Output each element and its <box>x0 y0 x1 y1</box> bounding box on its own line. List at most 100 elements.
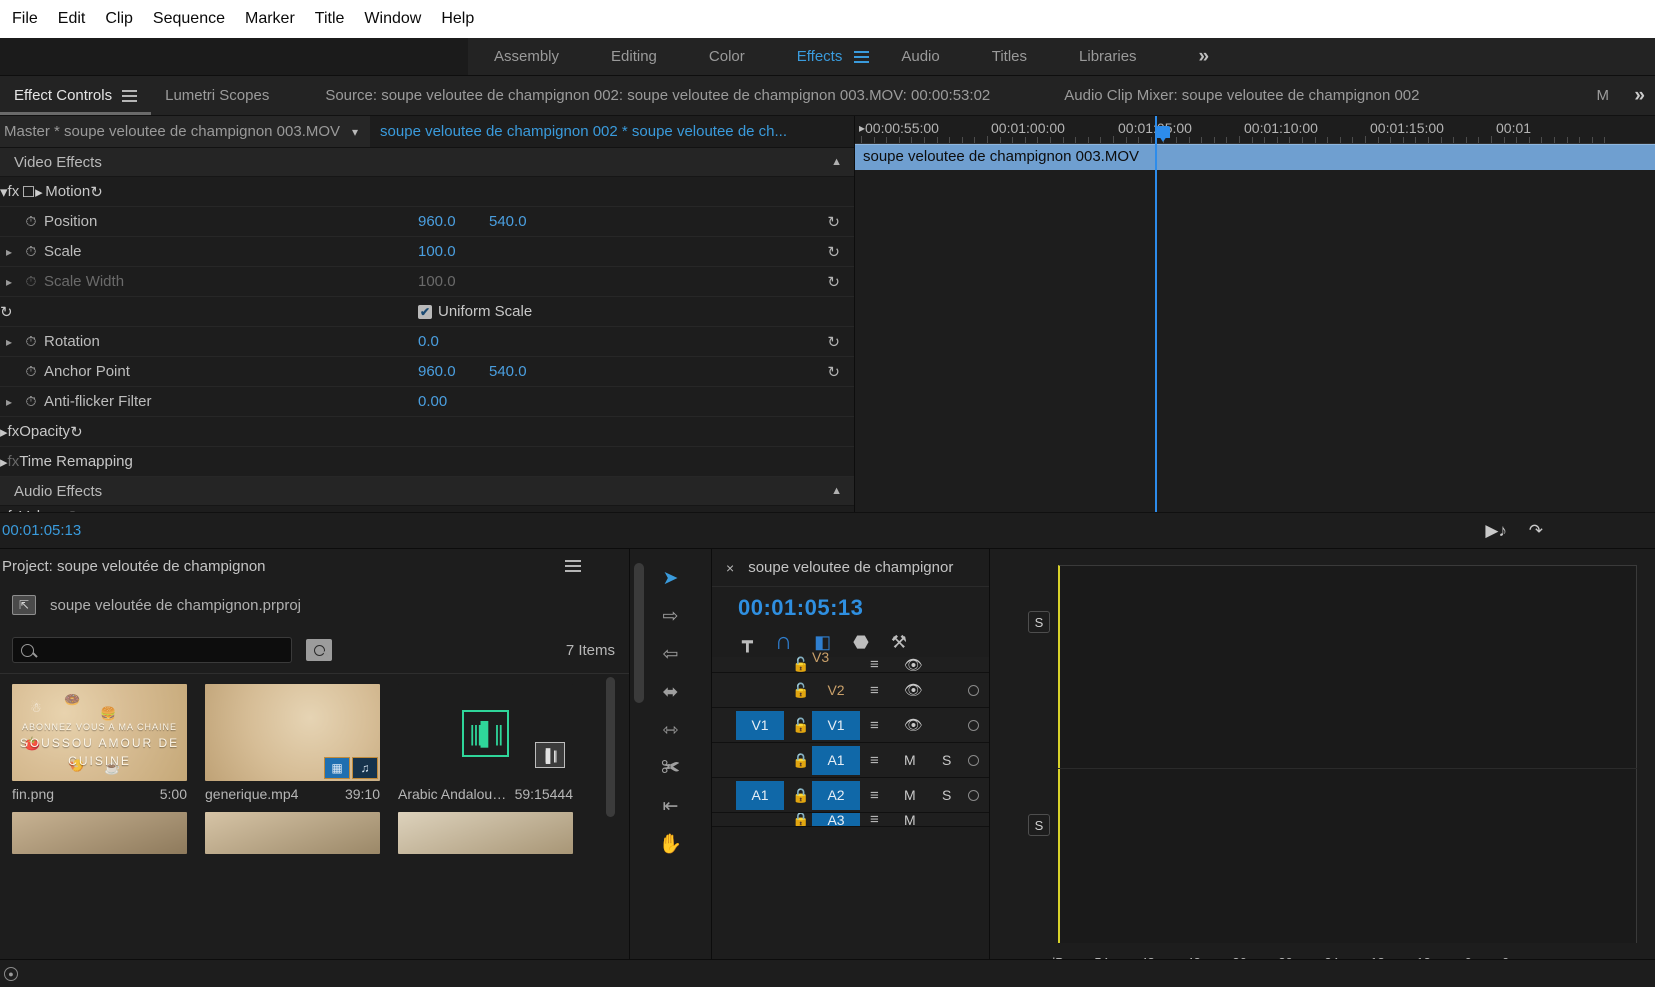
time-remapping-twirl-icon[interactable]: ▸ <box>0 453 8 471</box>
scale-width-twirl-icon[interactable]: ▸ <box>0 275 18 289</box>
track-name[interactable]: A3 <box>812 813 860 826</box>
menu-item-marker[interactable]: Marker <box>235 8 305 30</box>
menu-item-sequence[interactable]: Sequence <box>143 8 235 30</box>
media-thumbnail[interactable] <box>205 812 380 854</box>
project-parent-bin-icon[interactable]: ⇱ <box>12 595 36 615</box>
eye-icon[interactable]: 👁 <box>904 716 923 734</box>
track-name[interactable]: A1 <box>812 745 860 775</box>
menu-item-help[interactable]: Help <box>431 8 484 30</box>
uniform-scale-reset-icon[interactable]: ↻ <box>0 303 13 321</box>
media-thumbnail[interactable] <box>12 812 187 854</box>
transform-box-icon[interactable]: ☐▸ <box>19 183 45 201</box>
project-file-row[interactable]: ⇱ soupe veloutée de champignon.prproj <box>0 583 629 627</box>
tab-truncated-label[interactable]: M <box>1597 87 1610 104</box>
workspace-tab-audio[interactable]: Audio <box>875 38 965 75</box>
media-item-arabic-andalous[interactable]: |||▌|| |▌|| Arabic Andalous ... 59:15444 <box>398 674 591 802</box>
media-thumbnail[interactable]: ▦ ♫ <box>205 684 380 781</box>
scale-reset-icon[interactable]: ↻ <box>827 243 840 261</box>
track-header-v2[interactable]: 🔓 V2 ≡ 👁 <box>712 673 989 708</box>
scale-stopwatch-icon[interactable]: ⏱ <box>18 243 44 260</box>
uniform-scale-control[interactable]: ✔ Uniform Scale <box>418 303 532 320</box>
motion-reset-icon[interactable]: ↻ <box>90 183 103 201</box>
sync-lock-icon[interactable]: ≡ <box>870 682 879 699</box>
track-header-a1[interactable]: 🔒 A1 ≡ M S <box>712 743 989 778</box>
track-name[interactable]: A2 <box>812 780 860 810</box>
timeline-timecode[interactable]: 00:01:05:13 <box>712 587 989 627</box>
source-patch-a1[interactable]: A1 <box>736 780 784 810</box>
media-thumbnail[interactable] <box>398 812 573 854</box>
lock-icon[interactable]: 🔒 <box>792 752 809 769</box>
eye-icon[interactable]: 👁 <box>904 656 923 674</box>
search-input[interactable] <box>12 637 292 663</box>
track-select-forward-tool[interactable]: ⇨ <box>654 603 688 629</box>
opacity-reset-icon[interactable]: ↻ <box>70 423 83 441</box>
media-item-row2-a[interactable] <box>12 802 205 854</box>
slip-tool[interactable]: ⇤ <box>654 793 688 819</box>
track-header-v1[interactable]: V1 🔓 V1 ≡ 👁 <box>712 708 989 743</box>
media-item-row2-c[interactable] <box>398 802 591 854</box>
project-panel-menu-icon[interactable] <box>565 560 581 572</box>
rotation-twirl-icon[interactable]: ▸ <box>0 335 18 349</box>
keyframe-nav-icon[interactable]: ▶♪ <box>1485 521 1507 541</box>
panel-tabs-overflow-icon[interactable]: » <box>1634 85 1645 107</box>
rotation-reset-icon[interactable]: ↻ <box>827 333 840 351</box>
rotation-value[interactable]: 0.0 <box>418 333 439 350</box>
lock-icon[interactable]: 🔓 <box>792 682 809 699</box>
media-thumbnail[interactable]: ☃ 🍩 🍔 🍅 🍤 ☕ ABONNEZ VOUS A MA CHAINE SOU… <box>12 684 187 781</box>
selection-tool[interactable]: ➤ <box>654 565 688 591</box>
mute-button[interactable]: M <box>904 752 916 768</box>
effect-controls-timecode[interactable]: 00:01:05:13 <box>0 522 81 539</box>
property-row-anti-flicker[interactable]: ▸ ⏱ Anti-flicker Filter 0.00 <box>0 387 854 417</box>
solo-button[interactable]: S <box>942 752 951 768</box>
tab-audio-clip-mixer[interactable]: Audio Clip Mixer: soupe veloutee de cham… <box>1004 76 1433 115</box>
effect-controls-keyframe-area[interactable] <box>855 116 1655 534</box>
menu-item-file[interactable]: File <box>2 8 48 30</box>
track-resize-dot[interactable] <box>968 719 979 731</box>
track-header-v3[interactable]: 🔓 V3 ≡ 👁 <box>712 649 989 674</box>
hand-tool[interactable]: ✋ <box>654 831 688 857</box>
opacity-twirl-icon[interactable]: ▸ <box>0 423 8 441</box>
sync-lock-icon[interactable]: ≡ <box>870 787 879 804</box>
razor-tool[interactable]: ✀ <box>654 755 688 781</box>
property-row-rotation[interactable]: ▸ ⏱ Rotation 0.0 ↻ <box>0 327 854 357</box>
position-value-x[interactable]: 960.0 <box>418 213 456 230</box>
anchor-point-value-x[interactable]: 960.0 <box>418 363 456 380</box>
media-thumbnail[interactable]: |||▌|| |▌|| <box>398 684 573 781</box>
workspace-menu-icon[interactable] <box>854 50 870 63</box>
playhead-marker[interactable] <box>1156 126 1170 142</box>
insert-overwrite-icon[interactable]: ┳ <box>742 632 753 653</box>
workspace-tab-titles[interactable]: Titles <box>966 38 1053 75</box>
video-effects-section-header[interactable]: Video Effects ▲ <box>0 148 854 177</box>
track-name[interactable]: V2 <box>812 676 860 705</box>
lock-icon[interactable]: 🔒 <box>792 813 809 826</box>
project-vertical-scrollbar[interactable] <box>606 677 615 817</box>
effect-controls-ruler[interactable]: ▸ 00:00:55:00 00:01:00:00 00:01:05:00 00… <box>855 116 1655 144</box>
workspace-tab-editing[interactable]: Editing <box>585 38 683 75</box>
track-resize-dot[interactable] <box>968 684 979 696</box>
rotation-stopwatch-icon[interactable]: ⏱ <box>18 333 44 350</box>
anchor-point-stopwatch-icon[interactable]: ⏱ <box>18 363 44 380</box>
audio-effects-section-header[interactable]: Audio Effects ▲ <box>0 477 854 506</box>
media-item-row2-b[interactable] <box>205 802 398 854</box>
tools-panel-scrollbar[interactable] <box>634 563 644 703</box>
effect-controls-menu-icon[interactable] <box>122 89 138 102</box>
anti-flicker-twirl-icon[interactable]: ▸ <box>0 395 18 409</box>
track-header-a3[interactable]: 🔒 A3 ≡ M <box>712 813 989 827</box>
master-clip-label[interactable]: Master * soupe veloutee de champignon 00… <box>0 123 340 140</box>
mute-button[interactable]: M <box>904 787 916 803</box>
ripple-edit-tool[interactable]: ⇦ <box>654 641 688 667</box>
timeline-tab[interactable]: × soupe veloutee de champignor <box>712 549 989 587</box>
source-patch-v1[interactable]: V1 <box>736 710 784 740</box>
anchor-point-reset-icon[interactable]: ↻ <box>827 363 840 381</box>
position-reset-icon[interactable]: ↻ <box>827 213 840 231</box>
media-item-generique-mp4[interactable]: ▦ ♫ generique.mp4 39:10 <box>205 674 398 802</box>
sync-lock-icon[interactable]: ≡ <box>870 813 879 826</box>
solo-button[interactable]: S <box>942 787 951 803</box>
property-row-uniform-scale[interactable]: ✔ Uniform Scale ↻ <box>0 297 854 327</box>
effect-controls-clip-bar[interactable]: soupe veloutee de champignon 003.MOV <box>855 144 1655 170</box>
find-bin-button[interactable] <box>306 639 332 661</box>
media-item-fin-png[interactable]: ☃ 🍩 🍔 🍅 🍤 ☕ ABONNEZ VOUS A MA CHAINE SOU… <box>12 674 205 802</box>
anti-flicker-value[interactable]: 0.00 <box>418 393 447 410</box>
add-marker-icon[interactable]: ⬣ <box>853 632 869 653</box>
sync-lock-icon[interactable]: ≡ <box>870 717 879 734</box>
